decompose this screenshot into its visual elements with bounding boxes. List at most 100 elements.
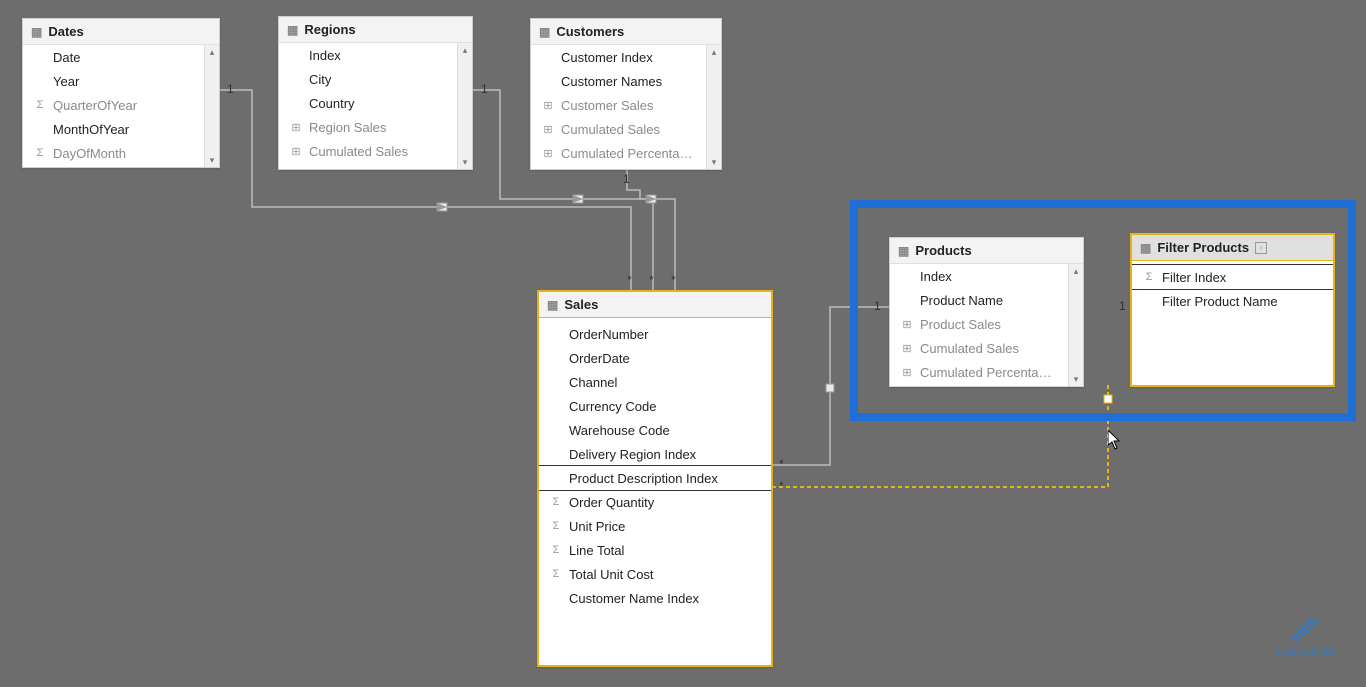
field-item[interactable]: Customer Name Index [539, 586, 771, 610]
field-item[interactable]: ⊞ Cumulated Sales [531, 117, 721, 141]
field-item[interactable]: Σ Line Total [539, 538, 771, 562]
table-icon: ▦ [287, 24, 298, 36]
field-item[interactable]: ⊞ Cumulated Percenta… [890, 360, 1083, 384]
field-item[interactable]: Date [23, 45, 219, 69]
field-label: Customer Index [561, 50, 653, 65]
scrollbar[interactable]: ▴▾ [706, 45, 721, 169]
field-list[interactable]: Date Year Σ QuarterOfYear MonthOfYear ΣDa… [23, 45, 219, 167]
field-list[interactable]: Index Product Name ⊞Product Sales ⊞ Cumul… [890, 264, 1083, 386]
field-item[interactable]: Σ Total Unit Cost [539, 562, 771, 586]
field-label: Filter Product Name [1162, 294, 1278, 309]
scroll-down-icon[interactable]: ▾ [707, 155, 721, 169]
field-label: Cumulated Sales [920, 341, 1019, 356]
measure-icon: ⊞ [289, 145, 303, 158]
field-label: OrderNumber [569, 327, 648, 342]
table-regions[interactable]: ▦ Regions Index City Country ⊞Region Sal… [278, 16, 473, 170]
field-label: QuarterOfYear [53, 98, 137, 113]
table-customers[interactable]: ▦ Customers Customer Index Customer Name… [530, 18, 722, 170]
field-item[interactable]: OrderDate [539, 346, 771, 370]
field-label: Cumulated Percenta… [920, 365, 1052, 380]
field-list[interactable]: OrderNumber OrderDate Channel Currency C… [539, 318, 771, 665]
field-item[interactable]: Customer Names [531, 69, 721, 93]
sigma-icon: Σ [549, 568, 563, 580]
field-list[interactable]: Index City Country ⊞Region Sales ⊞Cumula… [279, 43, 472, 169]
sigma-icon: Σ [549, 544, 563, 556]
field-list[interactable]: Customer Index Customer Names ⊞Customer … [531, 45, 721, 169]
field-item[interactable]: Channel [539, 370, 771, 394]
table-title: Regions [304, 22, 355, 37]
table-header[interactable]: ▦ Sales [539, 292, 771, 318]
field-item[interactable]: ΣOrder Quantity [539, 490, 771, 514]
field-item[interactable]: Currency Code [539, 394, 771, 418]
field-item[interactable]: ⊞Region Sales [279, 115, 472, 139]
table-sales[interactable]: ▦ Sales OrderNumber OrderDate Channel Cu… [537, 290, 773, 667]
table-header[interactable]: ▦ Products [890, 238, 1083, 264]
field-label: Line Total [569, 543, 624, 558]
field-item[interactable]: ⊞Product Sales [890, 312, 1083, 336]
field-label: Channel [569, 375, 617, 390]
measure-icon: ⊞ [900, 366, 914, 379]
table-header[interactable]: ▦ Filter Products ▫ [1132, 235, 1333, 261]
field-item[interactable]: MonthOfYear [23, 117, 219, 141]
cardinality-many: * [671, 273, 676, 287]
collapse-icon[interactable]: ▫ [1255, 242, 1267, 254]
field-label: Product Description Index [569, 471, 718, 486]
field-item[interactable]: Delivery Region Index [539, 442, 771, 466]
field-item[interactable]: City [279, 67, 472, 91]
table-filter-products[interactable]: ▦ Filter Products ▫ ΣFilter Index Filter… [1130, 233, 1335, 387]
field-item-selected[interactable]: ΣFilter Index [1132, 264, 1333, 290]
field-item[interactable]: OrderNumber [539, 322, 771, 346]
scroll-up-icon[interactable]: ▴ [205, 45, 219, 59]
field-item-selected[interactable]: Product Description Index [539, 465, 771, 491]
field-item[interactable]: ΣDayOfMonth [23, 141, 219, 165]
field-item[interactable]: Country [279, 91, 472, 115]
field-label: Region Sales [309, 120, 386, 135]
field-item[interactable]: ΣUnit Price [539, 514, 771, 538]
field-label: Cumulated Sales [561, 122, 660, 137]
field-label: Delivery Region Index [569, 447, 696, 462]
field-item[interactable]: Σ QuarterOfYear [23, 93, 219, 117]
table-products[interactable]: ▦ Products Index Product Name ⊞Product S… [889, 237, 1084, 387]
table-header[interactable]: ▦ Customers [531, 19, 721, 45]
scroll-up-icon[interactable]: ▴ [707, 45, 721, 59]
measure-icon: ⊞ [541, 123, 555, 136]
field-item[interactable]: Warehouse Code [539, 418, 771, 442]
scroll-down-icon[interactable]: ▾ [458, 155, 472, 169]
mouse-cursor [1108, 430, 1122, 450]
field-label: Date [53, 50, 80, 65]
field-item[interactable]: Product Name [890, 288, 1083, 312]
field-label: MonthOfYear [53, 122, 129, 137]
sigma-icon: Σ [33, 99, 47, 111]
sigma-icon: Σ [33, 147, 47, 159]
table-dates[interactable]: ▦ Dates Date Year Σ QuarterOfYear MonthOf… [22, 18, 220, 168]
scroll-down-icon[interactable]: ▾ [205, 153, 219, 167]
field-item[interactable]: ⊞Cumulated Sales [279, 139, 472, 163]
measure-icon: ⊞ [900, 342, 914, 355]
scroll-up-icon[interactable]: ▴ [458, 43, 472, 57]
scrollbar[interactable]: ▴▾ [1068, 264, 1083, 386]
field-item[interactable]: Year [23, 69, 219, 93]
scrollbar[interactable]: ▴▾ [204, 45, 219, 167]
measure-icon: ⊞ [900, 318, 914, 331]
field-list[interactable]: ΣFilter Index Filter Product Name [1132, 261, 1333, 385]
field-label: Currency Code [569, 399, 656, 414]
table-header[interactable]: ▦ Regions [279, 17, 472, 43]
table-title: Dates [48, 24, 83, 39]
field-item[interactable]: Customer Index [531, 45, 721, 69]
field-item[interactable]: ⊞Cumulated Percenta… [531, 141, 721, 165]
scrollbar[interactable]: ▴▾ [457, 43, 472, 169]
sigma-icon: Σ [549, 496, 563, 508]
field-item[interactable]: Index [890, 264, 1083, 288]
sigma-icon: Σ [1142, 271, 1156, 283]
scroll-down-icon[interactable]: ▾ [1069, 372, 1083, 386]
field-item[interactable]: ⊞Customer Sales [531, 93, 721, 117]
table-icon: ▦ [31, 26, 42, 38]
table-header[interactable]: ▦ Dates [23, 19, 219, 45]
field-item[interactable]: Filter Product Name [1132, 289, 1333, 313]
sigma-icon: Σ [549, 520, 563, 532]
field-label: Total Unit Cost [569, 567, 654, 582]
scroll-up-icon[interactable]: ▴ [1069, 264, 1083, 278]
cardinality-one: 1 [227, 82, 234, 96]
field-item[interactable]: Index [279, 43, 472, 67]
field-item[interactable]: ⊞ Cumulated Sales [890, 336, 1083, 360]
